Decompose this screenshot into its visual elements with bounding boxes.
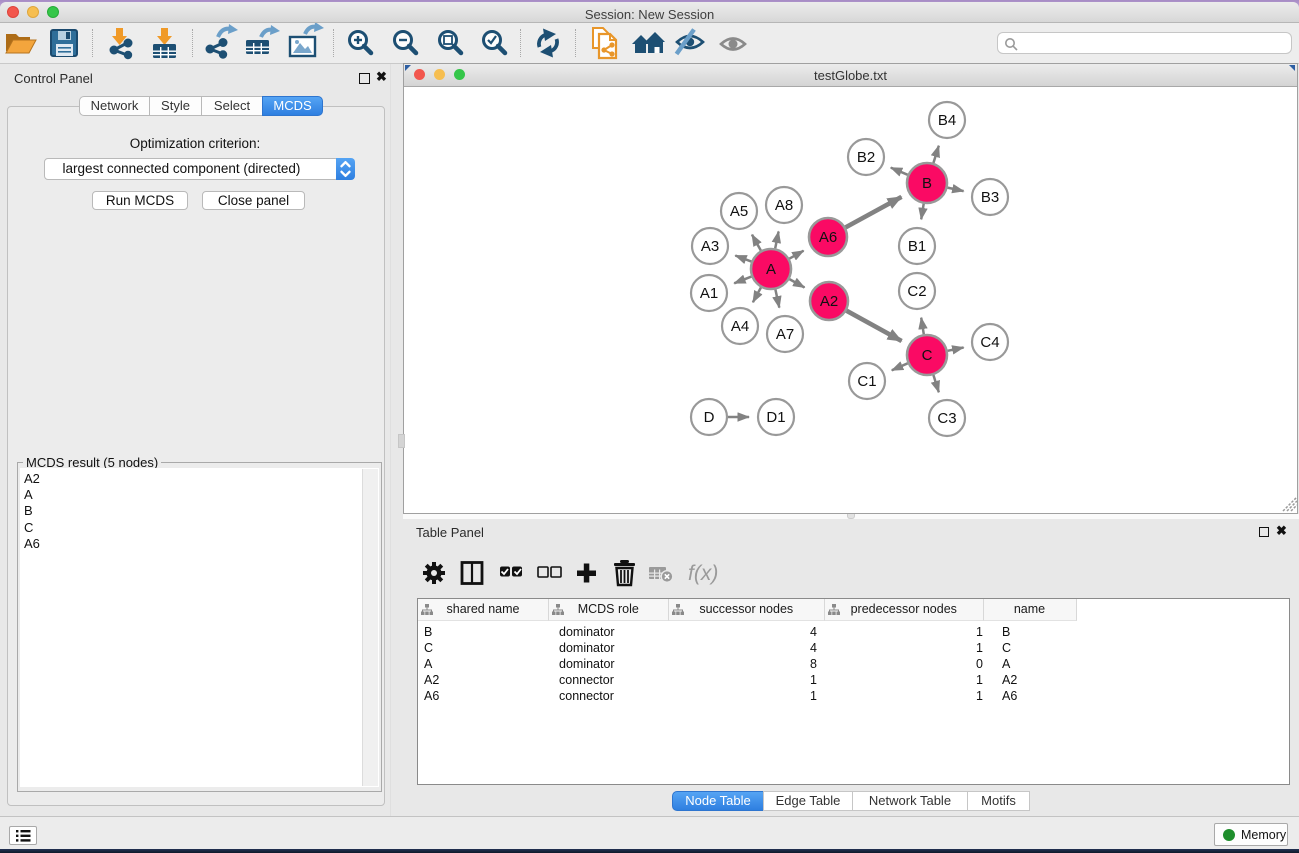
svg-text:B3: B3 bbox=[981, 189, 999, 206]
svg-text:A5: A5 bbox=[730, 203, 748, 220]
svg-text:B: B bbox=[922, 175, 932, 192]
svg-text:f(x): f(x) bbox=[688, 562, 718, 585]
svg-text:C2: C2 bbox=[907, 283, 926, 300]
svg-text:C4: C4 bbox=[980, 334, 999, 351]
svg-text:C: C bbox=[922, 347, 933, 364]
svg-text:A: A bbox=[766, 261, 776, 278]
svg-text:C1: C1 bbox=[857, 373, 876, 390]
svg-text:A8: A8 bbox=[775, 197, 793, 214]
svg-text:A4: A4 bbox=[731, 318, 749, 335]
svg-text:C3: C3 bbox=[937, 410, 956, 427]
svg-text:B1: B1 bbox=[908, 238, 926, 255]
svg-text:A6: A6 bbox=[819, 229, 837, 246]
svg-text:A3: A3 bbox=[701, 238, 719, 255]
svg-text:B4: B4 bbox=[938, 112, 956, 129]
svg-text:B2: B2 bbox=[857, 149, 875, 166]
svg-text:A1: A1 bbox=[700, 285, 718, 302]
svg-text:A7: A7 bbox=[776, 326, 794, 343]
svg-text:D: D bbox=[704, 409, 715, 426]
svg-text:A2: A2 bbox=[820, 293, 838, 310]
svg-text:D1: D1 bbox=[766, 409, 785, 426]
